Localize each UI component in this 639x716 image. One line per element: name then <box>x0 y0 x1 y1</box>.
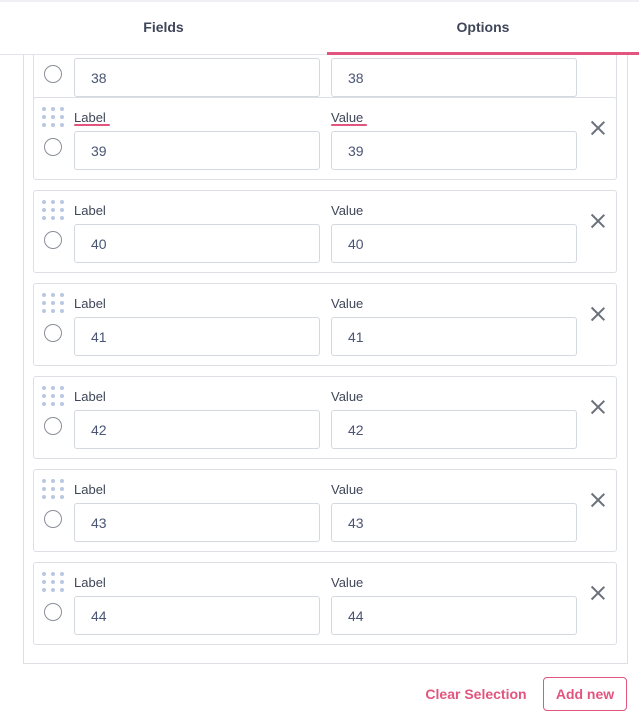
drag-handle-icon[interactable] <box>41 106 67 128</box>
label-caption: Label <box>74 482 106 497</box>
options-panel: Fields Options Label Value <box>0 0 639 716</box>
option-label-input[interactable] <box>74 58 320 97</box>
tab-bar: Fields Options <box>0 0 639 55</box>
label-caption: Label <box>74 203 106 218</box>
close-icon[interactable] <box>590 213 606 229</box>
option-value-input[interactable] <box>331 503 577 542</box>
option-value-input[interactable] <box>331 58 577 97</box>
value-caption: Value <box>331 482 364 497</box>
close-icon[interactable] <box>590 120 606 136</box>
value-caption: Value <box>331 296 364 311</box>
value-caption: Value <box>331 389 364 404</box>
default-radio[interactable] <box>44 231 62 249</box>
clear-selection-button[interactable]: Clear Selection <box>420 678 532 710</box>
add-new-button[interactable]: Add new <box>543 677 627 711</box>
default-radio[interactable] <box>44 510 62 528</box>
option-label-input[interactable] <box>74 410 320 449</box>
default-radio[interactable] <box>44 324 62 342</box>
label-caption: Label <box>74 296 106 311</box>
option-label-input[interactable] <box>74 503 320 542</box>
option-row: Label Value <box>33 376 617 459</box>
tab-fields[interactable]: Fields <box>0 0 327 54</box>
tab-fields-label: Fields <box>143 19 184 35</box>
option-row: Label Value <box>33 283 617 366</box>
default-radio[interactable] <box>44 603 62 621</box>
default-radio[interactable] <box>44 65 62 83</box>
tab-options-label: Options <box>456 19 510 35</box>
option-value-input[interactable] <box>331 317 577 356</box>
option-row: Label Value <box>33 469 617 552</box>
label-caption: Label <box>74 110 110 126</box>
drag-handle-icon[interactable] <box>41 292 67 314</box>
close-icon[interactable] <box>590 306 606 322</box>
value-caption: Value <box>331 575 364 590</box>
option-label-input[interactable] <box>74 131 320 170</box>
option-value-input[interactable] <box>331 131 577 170</box>
label-caption: Label <box>74 389 106 404</box>
options-list[interactable]: Label Value Label Value <box>23 54 628 664</box>
close-icon[interactable] <box>590 399 606 415</box>
option-row: Label Value <box>33 562 617 645</box>
close-icon[interactable] <box>590 492 606 508</box>
option-value-input[interactable] <box>331 224 577 263</box>
drag-handle-icon[interactable] <box>41 199 67 221</box>
option-row: Label Value <box>33 190 617 273</box>
tab-options[interactable]: Options <box>327 0 639 55</box>
close-icon[interactable] <box>590 585 606 601</box>
drag-handle-icon[interactable] <box>41 571 67 593</box>
option-value-input[interactable] <box>331 596 577 635</box>
option-label-input[interactable] <box>74 224 320 263</box>
label-caption: Label <box>74 575 106 590</box>
default-radio[interactable] <box>44 138 62 156</box>
drag-handle-icon[interactable] <box>41 385 67 407</box>
option-label-input[interactable] <box>74 596 320 635</box>
drag-handle-icon[interactable] <box>41 478 67 500</box>
value-caption: Value <box>331 110 368 126</box>
option-row: Label Value <box>33 97 617 180</box>
active-tab-indicator <box>327 52 639 55</box>
value-caption: Value <box>331 203 364 218</box>
option-value-input[interactable] <box>331 410 577 449</box>
default-radio[interactable] <box>44 417 62 435</box>
option-label-input[interactable] <box>74 317 320 356</box>
